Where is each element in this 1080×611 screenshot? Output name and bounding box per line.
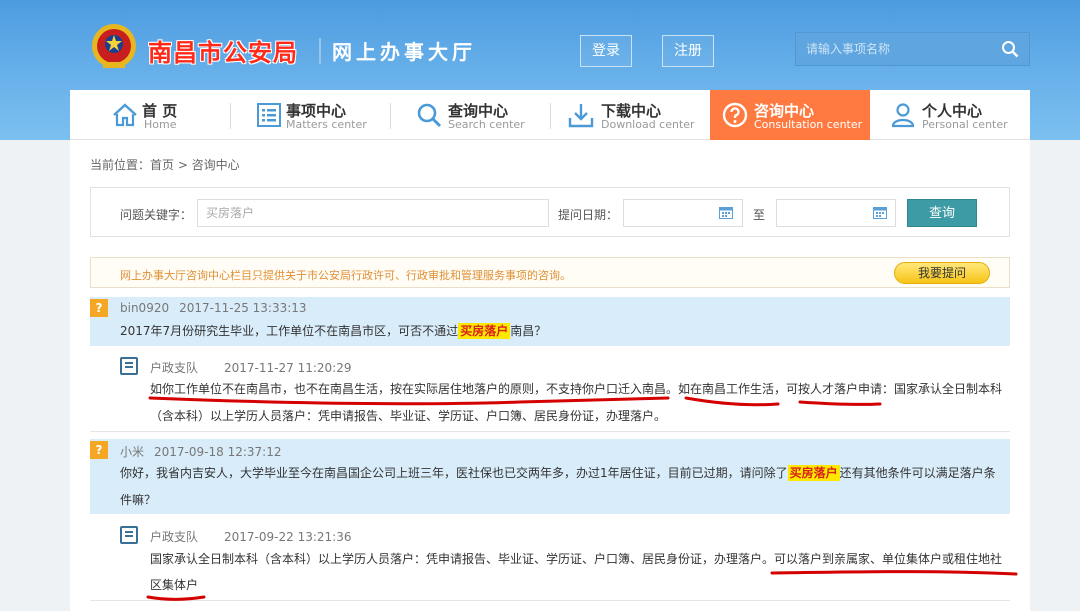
nav-personal[interactable]: 个人中心 Personal center (870, 90, 1030, 140)
question-mark-icon: ? (90, 299, 108, 317)
to-label: 至 (753, 208, 766, 222)
question-text-part: 你好，我省内吉安人，大学毕业至今在南昌国企公司上班三年，医社保也已交两年多，办过… (120, 466, 788, 480)
keyword-highlight: 买房落户 (787, 465, 840, 481)
home-icon (113, 103, 137, 127)
answer-icon (120, 526, 138, 544)
user-icon (891, 103, 915, 128)
question-mark-icon: ? (90, 441, 108, 459)
divider (90, 600, 1010, 601)
main-nav: 首 页 Home 事项中心 Matters center 查询中心 Search… (70, 90, 1030, 140)
calendar-icon[interactable] (719, 206, 733, 219)
question-user: bin0920 (120, 301, 170, 315)
question-time: 2017-11-25 13:33:13 (179, 301, 307, 315)
question-text-part: 南昌？ (510, 324, 547, 338)
question-text: 件嘛？ (120, 493, 157, 507)
keyword-label: 问题关键字： (120, 208, 193, 222)
header-search-box (795, 32, 1030, 66)
question-text: 2017年7月份研究生毕业，工作单位不在南昌市区，可否不通过 买房落户 南昌？ (120, 320, 546, 342)
notice-text: 网上办事大厅咨询中心栏目只提供关于市公安局行政许可、行政审批和管理服务事项的咨询… (120, 269, 571, 282)
ask-question-button[interactable]: 我要提问 (894, 262, 990, 284)
answer-icon (120, 357, 138, 375)
question-time: 2017-09-18 12:37:12 (154, 445, 282, 459)
question-text: 你好，我省内吉安人，大学毕业至今在南昌国企公司上班三年，医社保也已交两年多，办过… (120, 462, 996, 484)
download-icon (568, 104, 594, 128)
answer-dept: 户政支队 (150, 361, 199, 375)
police-emblem-logo (92, 24, 136, 68)
question-item: ? bin0920 2017-11-25 13:33:13 2017年7月份研究生… (90, 297, 1010, 346)
question-text-part: 2017年7月份研究生毕业，工作单位不在南昌市区，可否不通过 (120, 324, 459, 338)
calendar-icon[interactable] (873, 206, 887, 219)
keyword-input[interactable] (197, 199, 549, 227)
nav-home[interactable]: 首 页 Home (70, 90, 230, 140)
search-icon (417, 103, 442, 128)
login-button[interactable]: 登录 (580, 35, 632, 67)
answer-time: 2017-11-27 11:20:29 (224, 361, 352, 375)
register-button[interactable]: 注册 (662, 35, 714, 67)
question-item: ? 小米 2017-09-18 12:37:12 你好，我省内吉安人，大学毕业至今… (90, 439, 1010, 514)
nav-label-en: Search center (448, 118, 525, 131)
nav-label-en: Download center (601, 118, 695, 131)
question-text-part: 还有其他条件可以满足落户条 (839, 466, 996, 480)
divider (90, 431, 1010, 432)
answer-text: （含本科）以上学历人员落户：凭申请报告、毕业证、学历证、户口簿、居民身份证，办理… (150, 409, 667, 423)
search-icon[interactable] (1001, 40, 1019, 58)
nav-matters[interactable]: 事项中心 Matters center (230, 90, 390, 140)
nav-label-en: Home (144, 118, 177, 131)
main-panel: 首 页 Home 事项中心 Matters center 查询中心 Search… (70, 90, 1030, 611)
nav-label-en: Personal center (922, 118, 1008, 131)
nav-label-en: Matters center (286, 118, 367, 131)
search-input[interactable] (796, 33, 996, 65)
breadcrumb: 当前位置：首页 > 咨询中心 (90, 158, 240, 172)
nav-label-en: Consultation center (754, 118, 863, 131)
date-label: 提问日期： (558, 208, 619, 222)
title-divider (319, 38, 321, 64)
question-user: 小米 (120, 445, 145, 459)
answer-text: 区集体户 (150, 578, 199, 592)
nav-search[interactable]: 查询中心 Search center (390, 90, 550, 140)
answer-meta: 户政支队 2017-09-22 13:21:36 (150, 528, 351, 545)
keyword-highlight: 买房落户 (458, 323, 511, 339)
question-icon (722, 102, 748, 128)
notice-bar: 网上办事大厅咨询中心栏目只提供关于市公安局行政许可、行政审批和管理服务事项的咨询… (90, 257, 1010, 288)
query-button[interactable]: 查询 (907, 199, 977, 227)
question-meta: bin0920 2017-11-25 13:33:13 (120, 301, 307, 315)
site-title: 南昌市公安局 (148, 39, 298, 67)
nav-consultation[interactable]: 咨询中心 Consultation center (710, 90, 870, 140)
question-meta: 小米 2017-09-18 12:37:12 (120, 443, 281, 460)
answer-text: 如你工作单位不在南昌市，也不在南昌生活，按在实际居住地落户的原则，不支持你户口迁… (150, 382, 1003, 396)
list-icon (257, 103, 281, 127)
answer-text: 国家承认全日制本科（含本科）以上学历人员落户：凭申请报告、毕业证、学历证、户口簿… (150, 552, 1003, 566)
answer-time: 2017-09-22 13:21:36 (224, 530, 352, 544)
site-subtitle: 网上办事大厅 (332, 40, 476, 64)
nav-download[interactable]: 下载中心 Download center (550, 90, 710, 140)
answer-dept: 户政支队 (150, 530, 199, 544)
filter-panel: 问题关键字： 提问日期： 至 查询 (90, 187, 1010, 237)
answer-meta: 户政支队 2017-11-27 11:20:29 (150, 359, 351, 376)
